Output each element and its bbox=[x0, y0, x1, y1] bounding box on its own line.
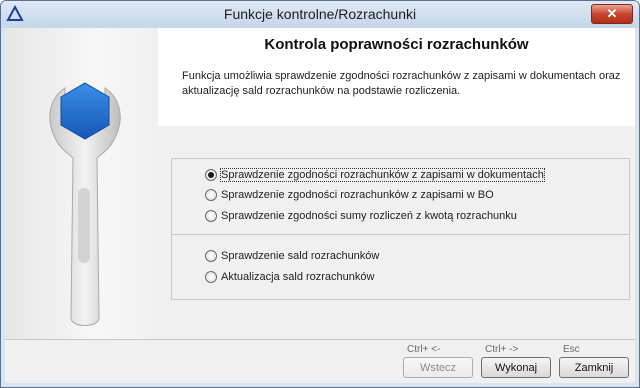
description-text: Funkcja umożliwia sprawdzenie zgodności … bbox=[182, 70, 621, 97]
footer-divider bbox=[5, 339, 635, 340]
group-separator bbox=[172, 234, 629, 235]
radio-button[interactable] bbox=[205, 210, 217, 222]
radio-option-update-balance[interactable]: Aktualizacja sald rozrachunków bbox=[205, 268, 374, 286]
radio-option-documents[interactable]: Sprawdzenie zgodności rozrachunków z zap… bbox=[205, 166, 545, 184]
title-bar[interactable]: Funkcje kontrolne/Rozrachunki ✕ bbox=[1, 1, 639, 28]
radio-label: Sprawdzenie sald rozrachunków bbox=[221, 250, 380, 262]
radio-option-bo[interactable]: Sprawdzenie zgodności rozrachunków z zap… bbox=[205, 186, 494, 204]
illustration-panel bbox=[5, 28, 158, 339]
radio-button[interactable] bbox=[205, 271, 217, 283]
page-title: Kontrola poprawności rozrachunków bbox=[264, 36, 529, 53]
radio-button[interactable] bbox=[205, 169, 217, 181]
radio-label: Sprawdzenie zgodności sumy rozliczeń z k… bbox=[221, 210, 517, 222]
close-button[interactable]: Zamknij bbox=[559, 357, 629, 378]
wrench-hexagon-icon bbox=[49, 82, 121, 326]
close-shortcut: Esc bbox=[563, 344, 580, 355]
run-shortcut: Ctrl+ -> bbox=[485, 344, 519, 355]
radio-label: Sprawdzenie zgodności rozrachunków z zap… bbox=[221, 189, 494, 201]
dialog-window: Funkcje kontrolne/Rozrachunki ✕ Kontrola… bbox=[0, 0, 640, 388]
radio-button[interactable] bbox=[205, 189, 217, 201]
options-group: Sprawdzenie zgodności rozrachunków z zap… bbox=[171, 158, 630, 300]
radio-label: Sprawdzenie zgodności rozrachunków z zap… bbox=[220, 168, 545, 182]
close-window-button[interactable]: ✕ bbox=[591, 4, 633, 24]
back-shortcut: Ctrl+ <- bbox=[407, 344, 441, 355]
radio-label: Aktualizacja sald rozrachunków bbox=[221, 271, 375, 283]
back-button[interactable]: Wstecz bbox=[403, 357, 473, 378]
radio-option-sum[interactable]: Sprawdzenie zgodności sumy rozliczeń z k… bbox=[205, 207, 517, 225]
radio-option-check-balance[interactable]: Sprawdzenie sald rozrachunków bbox=[205, 247, 379, 265]
window-title: Funkcje kontrolne/Rozrachunki bbox=[223, 6, 417, 22]
run-button[interactable]: Wykonaj bbox=[481, 357, 551, 378]
dialog-content: Kontrola poprawności rozrachunków Funkcj… bbox=[5, 28, 635, 383]
radio-button[interactable] bbox=[205, 250, 217, 262]
